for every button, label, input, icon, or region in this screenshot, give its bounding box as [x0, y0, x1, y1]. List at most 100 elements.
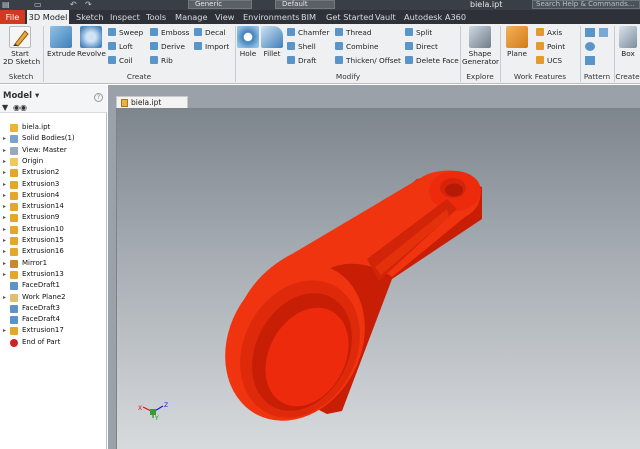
tree-item[interactable]: ▸ Solid Bodies(1)	[0, 133, 106, 144]
expand-arrow-icon[interactable]: ▸	[3, 212, 6, 223]
circular-pattern-icon[interactable]	[585, 42, 595, 51]
expand-arrow-icon[interactable]: ▸	[3, 246, 6, 257]
tab-view[interactable]: View	[215, 10, 234, 24]
extrusion-icon	[10, 248, 18, 257]
tree-item[interactable]: ▸ Extrusion14	[0, 201, 106, 212]
material-select[interactable]: Generic	[188, 0, 252, 9]
tab-bim[interactable]: BIM	[301, 10, 316, 24]
help-search-input[interactable]: Search Help & Commands...	[532, 0, 640, 9]
tab-vault[interactable]: Vault	[375, 10, 396, 24]
axis-button[interactable]: Axis	[536, 28, 562, 38]
filter-icon[interactable]: ▼	[2, 103, 8, 112]
expand-arrow-icon[interactable]: ▸	[3, 292, 6, 303]
revolve-button[interactable]: Revolve	[77, 26, 106, 58]
tree-item[interactable]: ▸ Mirror1	[0, 258, 106, 269]
import-button[interactable]: Import	[194, 42, 229, 52]
expand-arrow-icon[interactable]: ▸	[3, 179, 6, 190]
y-axis-label: Y	[154, 415, 159, 422]
shape-generator-button[interactable]: Shape Generator	[462, 26, 499, 66]
tree-item[interactable]: ▸ Extrusion17	[0, 325, 106, 336]
tree-item-label: FaceDraft3	[22, 303, 60, 312]
split-button[interactable]: Split	[405, 28, 432, 38]
start-2d-sketch-button[interactable]: Start 2D Sketch	[3, 26, 40, 66]
tab-tools[interactable]: Tools	[146, 10, 166, 24]
tree-item[interactable]: ▸ Extrusion10	[0, 224, 106, 235]
tree-item[interactable]: ▸ Work Plane2	[0, 292, 106, 303]
sketch-pattern-icon[interactable]	[599, 28, 608, 37]
redo-icon[interactable]: ↷	[85, 0, 92, 10]
draft-button[interactable]: Draft	[287, 56, 316, 66]
point-button[interactable]: Point	[536, 42, 565, 52]
shell-button[interactable]: Shell	[287, 42, 316, 52]
tree-item[interactable]: ▸ Origin	[0, 156, 106, 167]
appearance-select[interactable]: Default	[275, 0, 335, 9]
expand-arrow-icon[interactable]: ▸	[3, 201, 6, 212]
help-icon[interactable]: ?	[94, 93, 103, 102]
tree-item[interactable]: ▸ Extrusion4	[0, 190, 106, 201]
expand-arrow-icon[interactable]: ▸	[3, 235, 6, 246]
rib-button[interactable]: Rib	[150, 56, 173, 66]
save-icon[interactable]: ▭	[34, 0, 42, 10]
extrude-label: Extrude	[47, 49, 76, 58]
tree-item[interactable]: End of Part	[0, 337, 106, 348]
tab-autodesk-a360[interactable]: Autodesk A360	[404, 10, 466, 24]
tab-get-started[interactable]: Get Started	[326, 10, 373, 24]
combine-button[interactable]: Combine	[335, 42, 378, 52]
expand-arrow-icon[interactable]: ▸	[3, 145, 6, 156]
tab-environments[interactable]: Environments	[243, 10, 300, 24]
decal-button[interactable]: Decal	[194, 28, 226, 38]
plane-icon	[506, 26, 528, 48]
mirror-pattern-icon[interactable]	[585, 56, 595, 65]
sweep-button[interactable]: Sweep	[108, 28, 143, 38]
coil-button[interactable]: Coil	[108, 56, 133, 66]
derive-button[interactable]: Derive	[150, 42, 185, 52]
delete-face-button[interactable]: Delete Face	[405, 56, 459, 66]
tree-item[interactable]: ▸ Extrusion16	[0, 246, 106, 257]
emboss-button[interactable]: Emboss	[150, 28, 189, 38]
tab-3d-model[interactable]: 3D Model	[27, 10, 69, 24]
app-menu-icon[interactable]: ▤	[2, 0, 10, 10]
tree-item[interactable]: ▸ Extrusion3	[0, 179, 106, 190]
expand-arrow-icon[interactable]: ▸	[3, 190, 6, 201]
binoculars-icon[interactable]: ◉◉	[13, 103, 27, 112]
thicken-icon	[335, 56, 343, 64]
tree-item[interactable]: ▸ View: Master	[0, 145, 106, 156]
plane-button[interactable]: Plane	[504, 26, 530, 58]
expand-arrow-icon[interactable]: ▸	[3, 167, 6, 178]
extrude-button[interactable]: Extrude	[47, 26, 76, 58]
expand-arrow-icon[interactable]: ▸	[3, 133, 6, 144]
hole-button[interactable]: Hole	[237, 26, 259, 58]
tree-item[interactable]: ▸ Extrusion13	[0, 269, 106, 280]
chamfer-button[interactable]: Chamfer	[287, 28, 329, 38]
tab-sketch[interactable]: Sketch	[76, 10, 104, 24]
tree-item[interactable]: FaceDraft1	[0, 280, 106, 291]
tree-item[interactable]: biela.ipt	[0, 122, 106, 133]
rectangular-pattern-icon[interactable]	[585, 28, 595, 37]
expand-arrow-icon[interactable]: ▸	[3, 325, 6, 336]
tree-item[interactable]: ▸ Extrusion2	[0, 167, 106, 178]
expand-arrow-icon[interactable]: ▸	[3, 258, 6, 269]
direct-button[interactable]: Direct	[405, 42, 438, 52]
thicken-offset-button[interactable]: Thicken/ Offset	[335, 56, 401, 66]
browser-title[interactable]: Model ▾	[3, 91, 39, 101]
viewport-canvas[interactable]: X Z Y	[116, 108, 640, 449]
thread-button[interactable]: Thread	[335, 28, 372, 38]
tab-inspect[interactable]: Inspect	[110, 10, 140, 24]
tree-item-label: Extrusion16	[22, 247, 64, 256]
expand-arrow-icon[interactable]: ▸	[3, 269, 6, 280]
tree-item[interactable]: FaceDraft3	[0, 303, 106, 314]
shell-icon	[287, 42, 295, 50]
expand-arrow-icon[interactable]: ▸	[3, 156, 6, 167]
tree-item[interactable]: FaceDraft4	[0, 314, 106, 325]
document-tab[interactable]: biela.ipt	[116, 96, 188, 108]
fillet-button[interactable]: Fillet	[261, 26, 283, 58]
tree-item[interactable]: ▸ Extrusion9	[0, 212, 106, 223]
ucs-button[interactable]: UCS	[536, 56, 562, 66]
loft-button[interactable]: Loft	[108, 42, 133, 52]
expand-arrow-icon[interactable]: ▸	[3, 224, 6, 235]
tab-file[interactable]: File	[0, 10, 25, 24]
undo-icon[interactable]: ↶	[70, 0, 77, 10]
tab-manage[interactable]: Manage	[175, 10, 208, 24]
box-button[interactable]: Box	[616, 26, 640, 58]
tree-item[interactable]: ▸ Extrusion15	[0, 235, 106, 246]
